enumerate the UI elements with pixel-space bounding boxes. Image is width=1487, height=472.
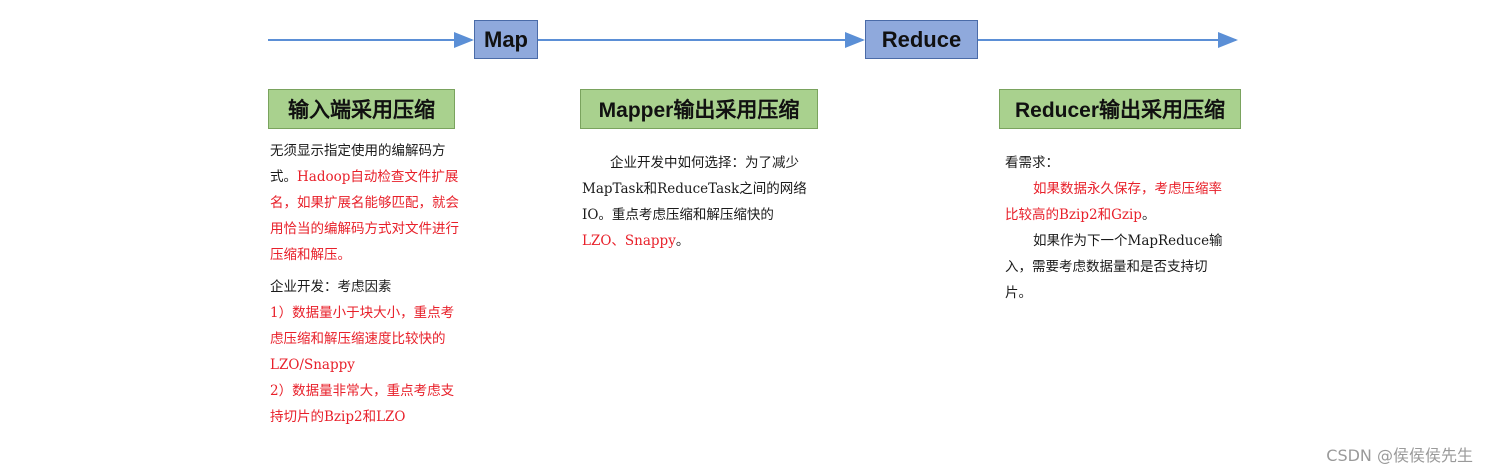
input-p1-red: Hadoop自动检查文件扩展名，如果扩展名能够匹配，就会用恰当的编解码方式对文件…	[270, 169, 459, 263]
flow-arrows	[268, 32, 1238, 48]
mapper-p1-end: 。	[675, 233, 690, 249]
mapper-p1-red: LZO、Snappy	[582, 233, 676, 249]
reducer-p2-red: 如果数据永久保存，考虑压缩率比较高的Bzip2和Gzip	[1005, 181, 1222, 223]
reducer-compression-text: 看需求： 如果数据永久保存，考虑压缩率比较高的Bzip2和Gzip。 如果作为下…	[1005, 150, 1231, 306]
reduce-stage-box: Reduce	[865, 20, 978, 59]
mapper-compression-text: 企业开发中如何选择：为了减少MapTask和ReduceTask之间的网络IO。…	[582, 150, 810, 254]
reducer-p3: 如果作为下一个MapReduce输入，需要考虑数据量和是否支持切片。	[1005, 233, 1223, 301]
map-stage-box: Map	[474, 20, 538, 59]
input-p3: 1）数据量小于块大小，重点考虑压缩和解压缩速度比较快的LZO/Snappy	[270, 305, 455, 373]
mapper-p1-black: 企业开发中如何选择：为了减少MapTask和ReduceTask之间的网络IO。…	[582, 155, 807, 223]
input-p4: 2）数据量非常大，重点考虑支持切片的Bzip2和LZO	[270, 383, 455, 425]
input-compression-header: 输入端采用压缩	[268, 89, 455, 129]
mapper-compression-header: Mapper输出采用压缩	[580, 89, 818, 129]
reducer-p1: 看需求：	[1005, 155, 1059, 171]
reducer-compression-header: Reducer输出采用压缩	[999, 89, 1241, 129]
input-p2: 企业开发：考虑因素	[270, 279, 392, 295]
csdn-watermark: CSDN @侯侯侯先生	[1326, 446, 1473, 465]
reducer-p2-end: 。	[1141, 207, 1156, 223]
input-compression-text: 无须显示指定使用的编解码方式。Hadoop自动检查文件扩展名，如果扩展名能够匹配…	[270, 138, 462, 430]
